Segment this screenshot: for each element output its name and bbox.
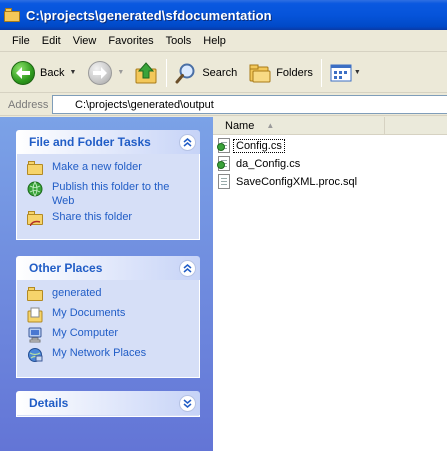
up-folder-button[interactable] [131,57,161,89]
collapse-icon[interactable] [179,133,196,151]
task-label: Share this folder [52,211,133,223]
toolbar-separator [320,58,322,87]
my-documents-icon [27,307,43,323]
menu-file[interactable]: File [6,32,36,50]
menu-favorites[interactable]: Favorites [102,32,159,50]
address-value: C:\projects\generated\output [75,98,214,111]
folder-icon [4,8,20,22]
expand-icon[interactable] [179,394,196,412]
file-name: da_Config.cs [236,158,301,170]
task-label: Make a new folder [52,161,142,173]
file-name: SaveConfigXML.proc.sql [236,176,358,188]
forward-button[interactable]: ▼ [85,57,127,89]
panel-title: Details [29,396,69,410]
cs-file-icon [217,138,231,154]
file-folder-tasks-panel: File and Folder Tasks Make a new folder [16,130,200,240]
menu-bar: File Edit View Favorites Tools Help [0,30,447,52]
file-item[interactable]: SaveConfigXML.proc.sql [217,173,359,191]
up-folder-icon [135,61,157,83]
place-label: My Documents [52,307,126,319]
views-icon [330,64,352,81]
task-publish-folder[interactable]: Publish this folder to the Web [27,180,199,208]
folders-button[interactable]: Folders [246,57,316,89]
file-list: Config.cs da_Config.cs SaveConfigXML.pro… [217,137,359,191]
back-dropdown-icon[interactable]: ▼ [69,69,76,76]
place-label: My Computer [52,327,119,339]
column-header-row: Name ▲ [213,116,447,135]
details-panel: Details [16,391,200,417]
task-pane: File and Folder Tasks Make a new folder [0,117,213,451]
toolbar: Back ▼ ▼ Search Folders ▼ [0,53,447,93]
search-icon [175,63,195,83]
task-share-folder[interactable]: Share this folder [27,210,199,230]
name-column-label: Name [225,119,255,132]
file-folder-tasks-header[interactable]: File and Folder Tasks [16,130,200,154]
panel-title: Other Places [29,261,103,275]
cs-file-icon [217,156,231,172]
forward-dropdown-icon[interactable]: ▼ [117,69,124,76]
name-column-header[interactable]: Name ▲ [213,116,385,135]
place-my-documents[interactable]: My Documents [27,306,199,326]
other-places-panel: Other Places generated My Documents My C… [16,256,200,378]
menu-view[interactable]: View [67,32,103,50]
other-places-header[interactable]: Other Places [16,256,200,280]
task-make-new-folder[interactable]: Make a new folder [27,160,199,180]
publish-web-icon [27,181,43,197]
collapse-icon[interactable] [179,259,196,277]
folders-label: Folders [276,66,313,79]
menu-edit[interactable]: Edit [36,32,67,50]
address-label: Address [8,98,49,111]
back-button[interactable]: Back ▼ [8,57,79,89]
sql-file-icon [217,174,231,190]
menu-tools[interactable]: Tools [160,32,198,50]
search-label: Search [202,66,238,79]
file-list-pane: Name ▲ Config.cs da_Config.cs SaveConfig… [213,116,447,451]
window-title: C:\projects\generated\sfdocumentation [26,7,272,23]
file-item[interactable]: Config.cs [217,137,359,155]
address-field[interactable]: C:\projects\generated\output [52,95,447,114]
views-button[interactable]: ▼ [327,57,364,89]
place-label: generated [52,287,102,299]
folder-icon [27,287,43,303]
place-label: My Network Places [52,347,147,359]
search-button[interactable]: Search [172,57,240,89]
back-label: Back [40,66,65,79]
network-places-icon [27,347,43,363]
sort-ascending-icon: ▲ [266,121,275,130]
my-computer-icon [27,327,43,343]
folders-icon [249,64,271,82]
address-bar: Address C:\projects\generated\output [0,94,447,116]
toolbar-separator [166,58,168,87]
place-my-network-places[interactable]: My Network Places [27,346,199,366]
task-label: Publish this folder to the Web [52,181,170,207]
panel-title: File and Folder Tasks [29,135,151,149]
place-generated[interactable]: generated [27,286,199,306]
file-item[interactable]: da_Config.cs [217,155,359,173]
new-folder-icon [27,161,43,177]
forward-arrow-icon [88,60,113,85]
details-header[interactable]: Details [16,391,200,415]
back-arrow-icon [11,60,35,85]
views-dropdown-icon[interactable]: ▼ [354,69,361,76]
place-my-computer[interactable]: My Computer [27,326,199,346]
menu-help[interactable]: Help [197,32,232,50]
file-name: Config.cs [233,139,285,153]
share-folder-icon [27,211,43,227]
title-bar: C:\projects\generated\sfdocumentation [0,0,447,30]
